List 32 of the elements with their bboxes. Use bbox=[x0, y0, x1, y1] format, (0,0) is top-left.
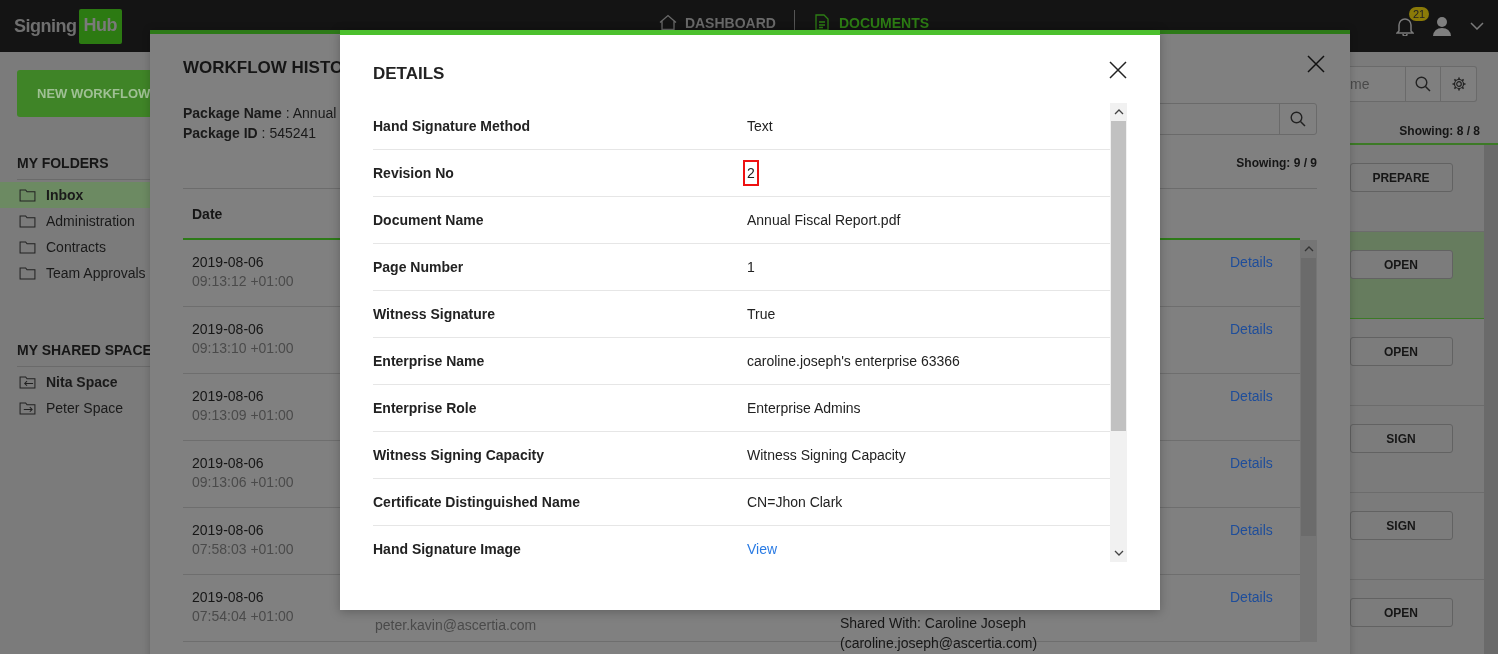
share-info: Shared With: Caroline Joseph (caroline.joseph@ascertia.com) bbox=[840, 614, 1039, 653]
field-label: Enterprise Role bbox=[373, 400, 478, 416]
field-label: Enterprise Name bbox=[373, 353, 486, 369]
column-header: Date bbox=[192, 205, 223, 222]
field-label: Hand Signature Image bbox=[373, 541, 522, 557]
field-value: caroline.joseph's enterprise 63366 bbox=[746, 352, 961, 371]
notification-badge: 21 bbox=[1409, 7, 1430, 21]
logo: Signing Hub bbox=[14, 8, 122, 44]
showing-count: Showing: 8 / 8 bbox=[1399, 124, 1480, 138]
field-label: Revision No bbox=[373, 165, 455, 181]
field-label: Witness Signature bbox=[373, 306, 496, 322]
field-label: Certificate Distinguished Name bbox=[373, 494, 581, 510]
field-label: Witness Signing Capacity bbox=[373, 447, 545, 463]
field-value: True bbox=[746, 305, 777, 324]
field-label: Hand Signature Method bbox=[373, 118, 532, 134]
field-value: Witness Signing Capacity bbox=[746, 446, 907, 465]
field-value: CN=Jhon Clark bbox=[746, 493, 844, 512]
date-text: 2019-08-06 bbox=[192, 254, 265, 270]
date-text: 2019-08-06 bbox=[192, 522, 265, 538]
field-label: Page Number bbox=[373, 259, 465, 275]
field-value: Annual Fiscal Report.pdf bbox=[746, 211, 902, 230]
field-label: Document Name bbox=[373, 212, 485, 228]
date-text: 2019-08-06 bbox=[192, 321, 265, 337]
field-value: 2 bbox=[743, 160, 759, 186]
package-id: Package ID : 545241 bbox=[183, 124, 317, 143]
date-text: 2019-08-06 bbox=[192, 388, 265, 404]
dialog-title: DETAILS bbox=[373, 64, 445, 84]
field-value: Enterprise Admins bbox=[746, 399, 862, 418]
date-text: 2019-08-06 bbox=[192, 455, 265, 471]
date-text: 2019-08-06 bbox=[192, 589, 265, 605]
field-value: Text bbox=[746, 117, 774, 136]
field-value: 1 bbox=[746, 258, 756, 277]
